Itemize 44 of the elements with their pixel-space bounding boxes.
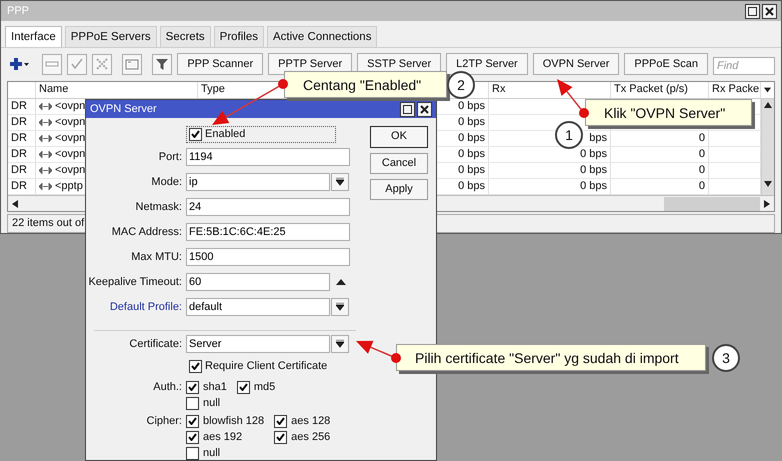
table-cell: <ovpn <box>55 115 86 130</box>
table-cell: <ovpn <box>55 147 86 162</box>
table-cell: <ovpn <box>55 163 86 178</box>
table-cell: 0 <box>611 131 709 146</box>
table-cell: DR <box>8 163 36 178</box>
field-label: Max MTU: <box>130 250 183 262</box>
field-label: Port: <box>158 150 183 162</box>
checkbox-label: null <box>203 397 220 409</box>
table-cell: <pptp <box>55 179 83 194</box>
checkbox-label: sha1 <box>203 381 227 393</box>
checkbox-label: Enabled <box>205 128 246 140</box>
checkbox-label: null <box>203 447 220 459</box>
field-label: Netmask: <box>134 200 183 212</box>
window-title: PPP <box>7 5 30 17</box>
table-cell: 0 <box>611 163 709 178</box>
table-cell: DR <box>8 179 36 194</box>
dialog-title: OVPN Server <box>90 103 157 115</box>
field-label: Mode: <box>150 176 183 188</box>
table-cell: 0 <box>611 179 709 194</box>
annotation-tooltip: Klik "OVPN Server" <box>585 99 752 126</box>
status-text: 22 items out of <box>12 217 84 229</box>
table-cell: 0 bps <box>489 163 611 178</box>
field-label: Certificate: <box>128 338 183 350</box>
table-cell: DR <box>8 131 36 146</box>
field-label: MAC Address: <box>110 226 183 238</box>
table-cell: <ovpn <box>55 99 86 114</box>
field-label: Auth.: <box>152 380 183 393</box>
table-cell: DR <box>8 115 36 130</box>
field-label: Keepalive Timeout: <box>87 276 183 288</box>
checkbox-label: blowfish 128 <box>203 415 264 427</box>
checkbox-label: Require Client Certificate <box>205 360 328 372</box>
table-cell: DR <box>8 99 36 114</box>
table-cell: 0 bps <box>489 179 611 194</box>
field-label: Cipher: <box>146 414 183 427</box>
checkbox-label: aes 192 <box>203 431 242 443</box>
checkbox-label: md5 <box>254 381 276 393</box>
annotation-tooltip: Pilih certificate "Server" yg sudah di import <box>396 344 706 371</box>
table-cell: 0 <box>611 147 709 162</box>
step-number: 3 <box>712 344 740 372</box>
annotation-tooltip: Centang "Enabled" <box>284 71 447 98</box>
checkbox-label: aes 256 <box>291 431 330 443</box>
table-cell: DR <box>8 147 36 162</box>
table-cell: <ovpn <box>55 131 86 146</box>
checkbox-label: aes 128 <box>291 415 330 427</box>
